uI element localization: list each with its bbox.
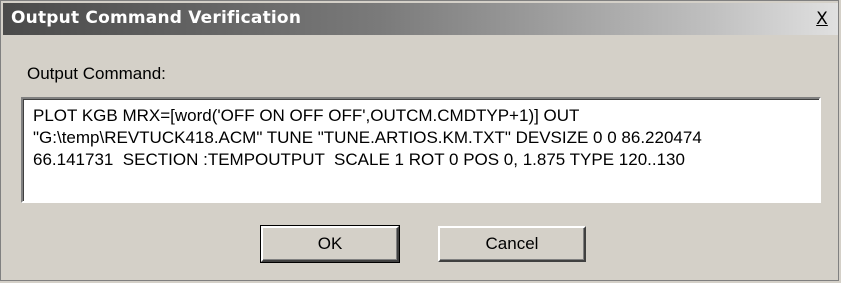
close-button[interactable]: X [810,7,834,31]
output-command-verification-dialog: Output Command Verification X Output Com… [0,0,839,281]
title-bar[interactable]: Output Command Verification X [3,3,838,35]
output-command-label: Output Command: [27,64,166,83]
cancel-button[interactable]: Cancel [438,226,586,262]
close-icon[interactable]: X [816,10,828,28]
output-command-text[interactable]: PLOT KGB MRX=[word('OFF ON OFF OFF',OUTC… [21,97,821,203]
ok-button[interactable]: OK [260,225,400,263]
window-title: Output Command Verification [11,8,302,28]
